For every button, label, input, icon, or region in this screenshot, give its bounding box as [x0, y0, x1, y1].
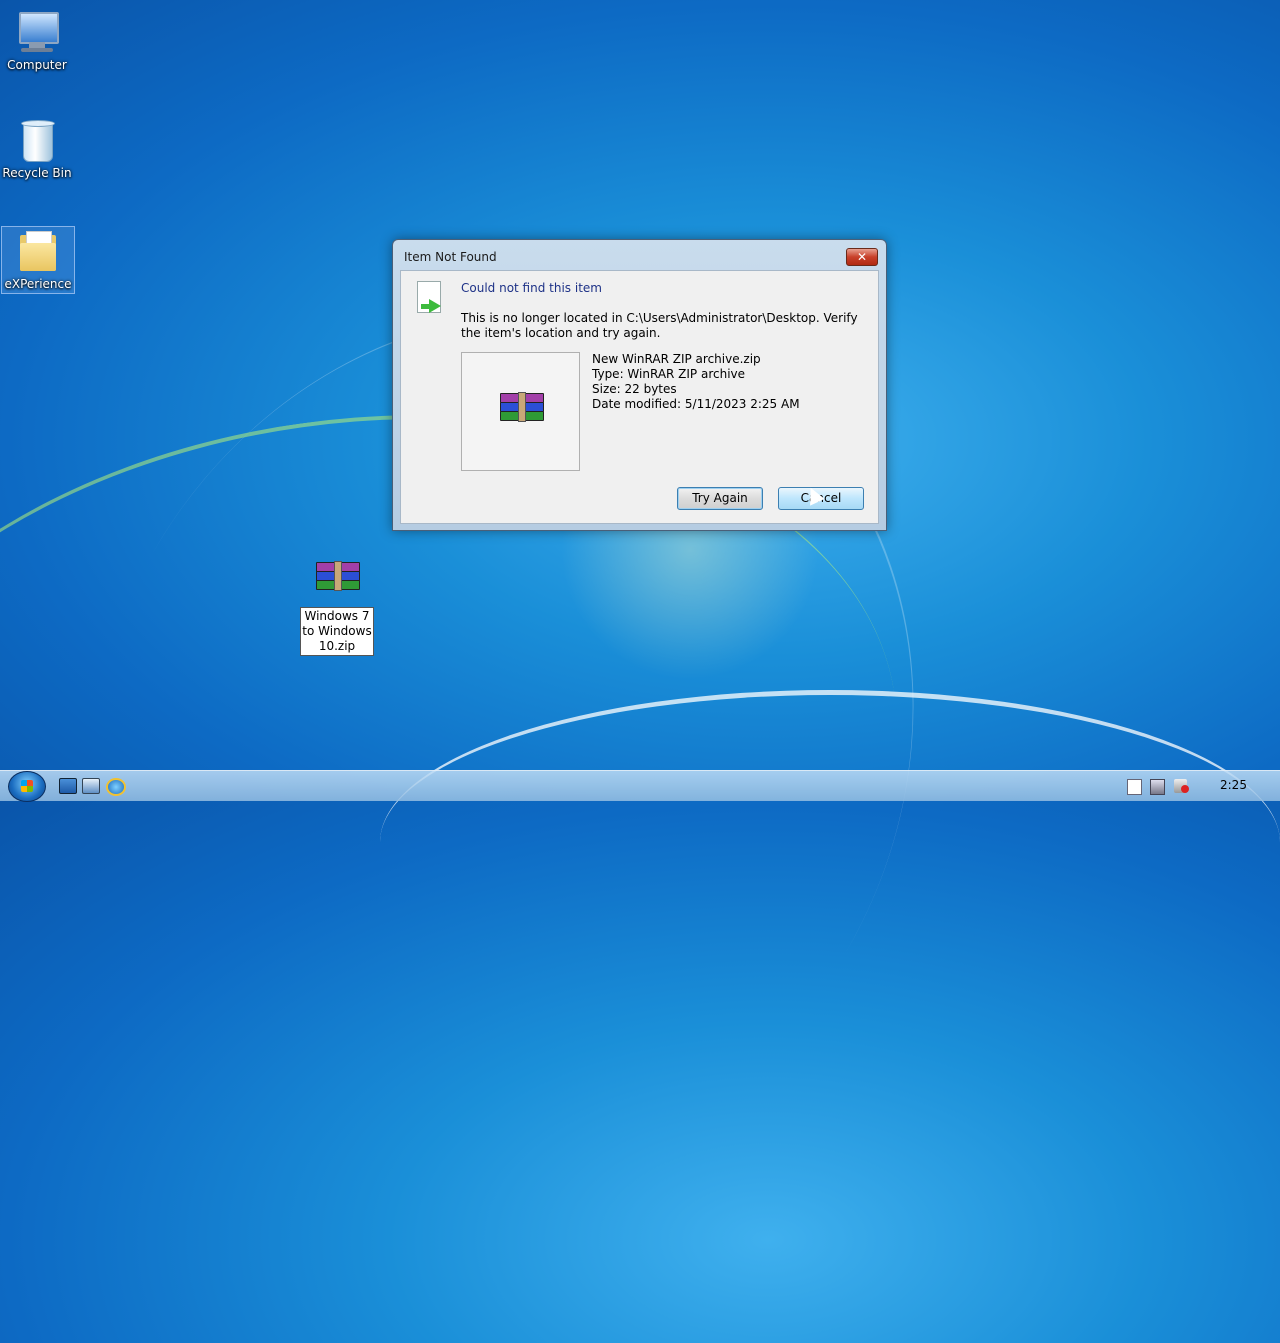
file-preview: [461, 352, 580, 471]
dialog-message: This is no longer located in C:\Users\Ad…: [461, 311, 858, 340]
desktop-icon-label: Recycle Bin: [2, 166, 72, 180]
file-type: Type: WinRAR ZIP archive: [592, 367, 746, 381]
file-date-modified: Date modified: 5/11/2023 2:25 AM: [592, 397, 800, 411]
file-label-line: Windows 7: [304, 609, 370, 623]
file-details: New WinRAR ZIP archive.zip Type: WinRAR …: [592, 352, 800, 412]
try-again-button[interactable]: Try Again: [677, 487, 763, 510]
internet-explorer-icon[interactable]: [106, 778, 126, 796]
file-label-line: to Windows: [302, 624, 372, 638]
taskbar-clock[interactable]: 2:25: [1220, 778, 1247, 792]
file-size: Size: 22 bytes: [592, 382, 677, 396]
dialog-body: Could not find this item This is no long…: [400, 270, 879, 524]
taskbar: [0, 770, 1280, 801]
volume-muted-icon[interactable]: [1174, 779, 1189, 793]
desktop-icon-computer[interactable]: Computer: [1, 8, 73, 72]
explorer-icon[interactable]: [82, 778, 100, 794]
folder-icon: [14, 227, 62, 275]
network-icon[interactable]: [1150, 779, 1165, 795]
winrar-archive-icon: [500, 392, 544, 427]
action-center-icon[interactable]: [1127, 779, 1142, 795]
desktop-icon-label: Computer: [7, 58, 67, 72]
desktop-icon-recycle-bin[interactable]: Recycle Bin: [1, 116, 73, 180]
desktop-file-label[interactable]: Windows 7 to Windows 10.zip: [300, 607, 374, 656]
muted-badge-icon: [1181, 785, 1189, 793]
winrar-archive-icon[interactable]: [316, 561, 360, 596]
start-button[interactable]: [8, 771, 46, 802]
dialog-heading: Could not find this item: [461, 281, 602, 295]
recycle-bin-icon: [13, 116, 61, 164]
windows-logo-icon: [21, 780, 33, 792]
close-button[interactable]: ✕: [846, 248, 878, 266]
desktop-icon-label: eXPerience: [4, 277, 72, 291]
file-name: New WinRAR ZIP archive.zip: [592, 352, 761, 366]
file-label-line: 10.zip: [318, 639, 356, 653]
file-move-icon: [415, 281, 445, 317]
computer-icon: [13, 8, 61, 56]
desktop-icon-experience[interactable]: eXPerience: [1, 226, 75, 294]
dialog-title: Item Not Found: [404, 250, 497, 264]
wallpaper-swoosh: [380, 690, 1280, 995]
show-desktop-icon[interactable]: [59, 778, 77, 794]
